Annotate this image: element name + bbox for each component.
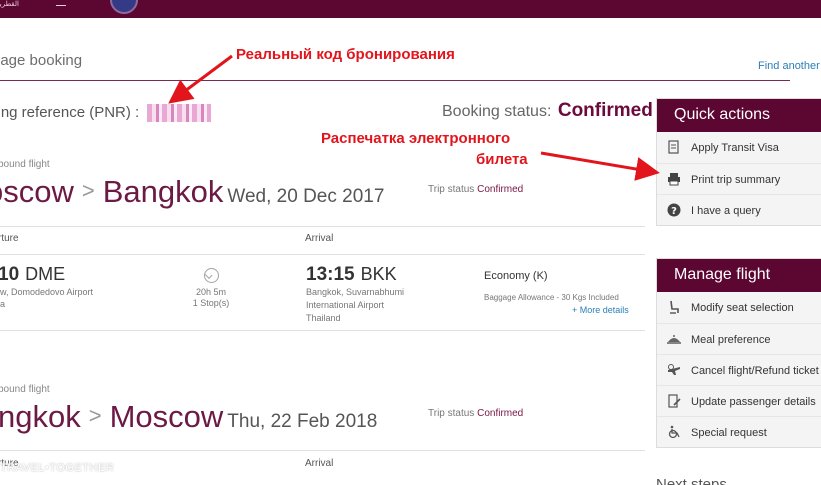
print-trip-summary-action[interactable]: Print trip summary <box>657 163 821 194</box>
booking-status-value: Confirmed <box>557 100 653 121</box>
outbound-destination: Bangkok <box>102 174 224 209</box>
divider <box>0 254 645 255</box>
action-label: Print trip summary <box>691 174 781 186</box>
action-label: Apply Transit Visa <box>691 142 779 154</box>
airline-logo[interactable]: القطرية <box>0 0 19 8</box>
more-details-link[interactable]: + More details <box>572 305 629 315</box>
departure-column-label: rture <box>0 233 19 244</box>
booking-reference-label: king reference (PNR) : <box>0 104 140 121</box>
booking-reference: king reference (PNR) : <box>0 104 212 123</box>
have-a-query-action[interactable]: ? I have a query <box>657 194 821 225</box>
divider <box>0 330 645 331</box>
outbound-date: Wed, 20 Dec 2017 <box>227 186 385 207</box>
print-annotation-line1: Распечатка электронного <box>321 130 511 147</box>
trip-status-value: Confirmed <box>477 184 524 195</box>
cancel-flight-action[interactable]: Cancel flight/Refund ticket <box>657 354 821 385</box>
seat-icon <box>670 300 679 314</box>
outbound-trip-status: Trip status Confirmed <box>428 184 523 195</box>
flight-stops: 1 Stop(s) <box>192 298 230 308</box>
route-separator: > <box>81 178 95 203</box>
baggage-allowance: Baggage Allowance - 30 Kgs Included <box>484 293 619 302</box>
departure-time: 10 <box>0 264 20 285</box>
arrival-airport-line2: International Airport <box>306 300 385 310</box>
arrival-airport-line3: Thailand <box>306 313 341 323</box>
arrival-column-label: Arrival <box>305 233 334 244</box>
divider <box>0 450 645 451</box>
inbound-route: ngkok > Moscow Thu, 22 Feb 2018 <box>0 399 377 435</box>
apply-transit-visa-action[interactable]: Apply Transit Visa <box>657 132 821 163</box>
modify-seat-action[interactable]: Modify seat selection <box>657 292 821 323</box>
action-label: Meal preference <box>691 334 771 346</box>
outbound-flight-label: bound flight <box>0 159 50 170</box>
action-label: Update passenger details <box>691 396 816 408</box>
departure-extra: a <box>0 299 6 309</box>
update-passenger-action[interactable]: Update passenger details <box>657 385 821 416</box>
svg-text:?: ? <box>671 206 677 217</box>
inbound-origin: ngkok <box>0 399 81 434</box>
departure-time-code: 10 DME <box>0 264 65 286</box>
booking-status-label: Booking status: <box>442 103 552 120</box>
trip-status-label: Trip status <box>428 184 475 195</box>
watermark: TRAVEL•TOGETHER <box>0 462 115 474</box>
page-title: nage booking <box>0 52 83 69</box>
inbound-destination: Moscow <box>109 399 224 434</box>
meal-icon <box>667 335 681 344</box>
pnr-annotation: Реальный код бронирования <box>236 46 455 63</box>
question-icon: ? <box>667 203 681 217</box>
print-arrow <box>540 151 660 181</box>
logo-mark-icon <box>56 1 66 6</box>
pnr-arrow <box>168 54 233 104</box>
departure-airport: w, Domodedovo Airport <box>0 287 94 297</box>
trip-status-label: Trip status <box>428 408 475 419</box>
inbound-trip-status: Trip status Confirmed <box>428 408 523 419</box>
header-divider <box>0 80 790 81</box>
visa-document-icon <box>668 140 679 154</box>
print-annotation-line2: билета <box>476 151 528 168</box>
manage-flight-panel: Manage flight Modify seat selection Meal… <box>656 258 821 448</box>
trip-status-value: Confirmed <box>477 408 524 419</box>
route-separator: > <box>88 403 102 428</box>
wheelchair-icon <box>668 425 680 439</box>
cabin-class: Economy (K) <box>484 270 548 282</box>
arrival-code: BKK <box>360 264 397 284</box>
arrival-column-label: Arrival <box>305 458 334 469</box>
quick-actions-title: Quick actions <box>657 99 821 132</box>
next-steps-heading: Next steps <box>656 476 727 485</box>
arrival-time-code: 13:15 BKK <box>306 264 397 286</box>
alliance-badge-icon <box>110 0 138 14</box>
quick-actions-panel: Quick actions Apply Transit Visa Print t… <box>656 98 821 226</box>
inbound-date: Thu, 22 Feb 2018 <box>227 411 378 432</box>
pnr-redacted <box>147 104 212 123</box>
action-label: Cancel flight/Refund ticket <box>691 365 819 377</box>
departure-code: DME <box>25 264 66 284</box>
arrival-time: 13:15 <box>306 264 355 285</box>
inbound-flight-label: bound flight <box>0 384 50 395</box>
action-label: Modify seat selection <box>691 302 794 314</box>
booking-status: Booking status: Confirmed <box>442 100 653 122</box>
divider <box>0 226 645 227</box>
arrival-airport-line1: Bangkok, Suvarnabhumi <box>306 287 405 297</box>
outbound-route: oscow > BangkokWed, 20 Dec 2017 <box>0 174 384 210</box>
special-request-action[interactable]: Special request <box>657 416 821 447</box>
outbound-origin: oscow <box>0 174 74 209</box>
edit-document-icon <box>668 394 681 408</box>
action-label: I have a query <box>691 205 761 217</box>
find-another-link[interactable]: Find another <box>758 60 820 72</box>
duration-check-icon <box>204 268 219 283</box>
meal-preference-action[interactable]: Meal preference <box>657 323 821 354</box>
manage-flight-title: Manage flight <box>657 259 821 292</box>
printer-icon <box>668 173 680 186</box>
action-label: Special request <box>691 427 767 439</box>
cancel-flight-icon <box>668 364 680 375</box>
top-bar: القطرية <box>0 0 821 18</box>
